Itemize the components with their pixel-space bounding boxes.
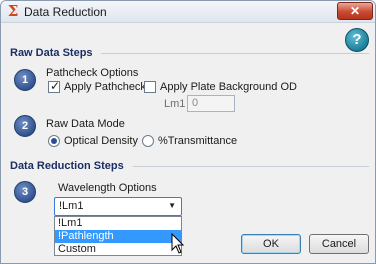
help-icon[interactable]: ? bbox=[345, 28, 369, 52]
data-reduction-steps-header: Data Reduction Steps bbox=[10, 160, 124, 172]
apply-plate-background-checkbox[interactable] bbox=[144, 81, 156, 93]
mouse-pointer-icon bbox=[171, 233, 185, 254]
wavelength-options-label: Wavelength Options bbox=[58, 182, 157, 194]
title-bar: Σ Data Reduction ✕ bbox=[1, 1, 375, 23]
dropdown-option-pathlength[interactable]: !Pathlength bbox=[55, 230, 181, 243]
apply-plate-background-label: Apply Plate Background OD bbox=[160, 81, 297, 93]
optical-density-label: Optical Density bbox=[64, 135, 138, 147]
data-reduction-dialog: Σ Data Reduction ✕ ? Raw Data Steps 1 Pa… bbox=[0, 0, 376, 264]
apply-pathcheck-label: Apply Pathcheck bbox=[64, 81, 146, 93]
raw-data-mode-label: Raw Data Mode bbox=[46, 118, 125, 130]
optical-density-radio[interactable] bbox=[48, 135, 60, 147]
wavelength-selected-value: !Lm1 bbox=[59, 200, 84, 212]
lm1-input[interactable]: 0 bbox=[187, 95, 235, 112]
lm1-label: Lm1 bbox=[164, 98, 186, 110]
step-1-badge: 1 bbox=[14, 69, 36, 91]
cancel-button[interactable]: Cancel bbox=[309, 234, 369, 254]
wavelength-dropdown-list: !Lm1 !Pathlength Custom bbox=[54, 216, 182, 256]
apply-pathcheck-checkbox[interactable]: ✓ bbox=[48, 79, 61, 93]
transmittance-radio[interactable] bbox=[142, 135, 154, 147]
sigma-icon: Σ bbox=[7, 2, 19, 20]
pathcheck-options-label: Pathcheck Options bbox=[46, 67, 139, 79]
step-2-badge: 2 bbox=[14, 115, 36, 137]
checkmark-icon: ✓ bbox=[50, 79, 61, 93]
wavelength-options-select[interactable]: !Lm1 ▼ bbox=[54, 197, 182, 216]
ok-button[interactable]: OK bbox=[241, 234, 301, 254]
close-button[interactable]: ✕ bbox=[337, 2, 373, 20]
radio-selected-dot bbox=[51, 138, 57, 144]
section-divider bbox=[133, 166, 369, 167]
transmittance-label: %Transmittance bbox=[158, 135, 238, 147]
dropdown-option-custom[interactable]: Custom bbox=[55, 243, 181, 256]
dropdown-option-lm1[interactable]: !Lm1 bbox=[55, 217, 181, 230]
window-title: Data Reduction bbox=[24, 5, 107, 19]
raw-data-steps-header: Raw Data Steps bbox=[10, 47, 93, 59]
section-divider bbox=[101, 53, 369, 54]
chevron-down-icon[interactable]: ▼ bbox=[168, 201, 176, 210]
step-3-badge: 3 bbox=[14, 181, 36, 203]
